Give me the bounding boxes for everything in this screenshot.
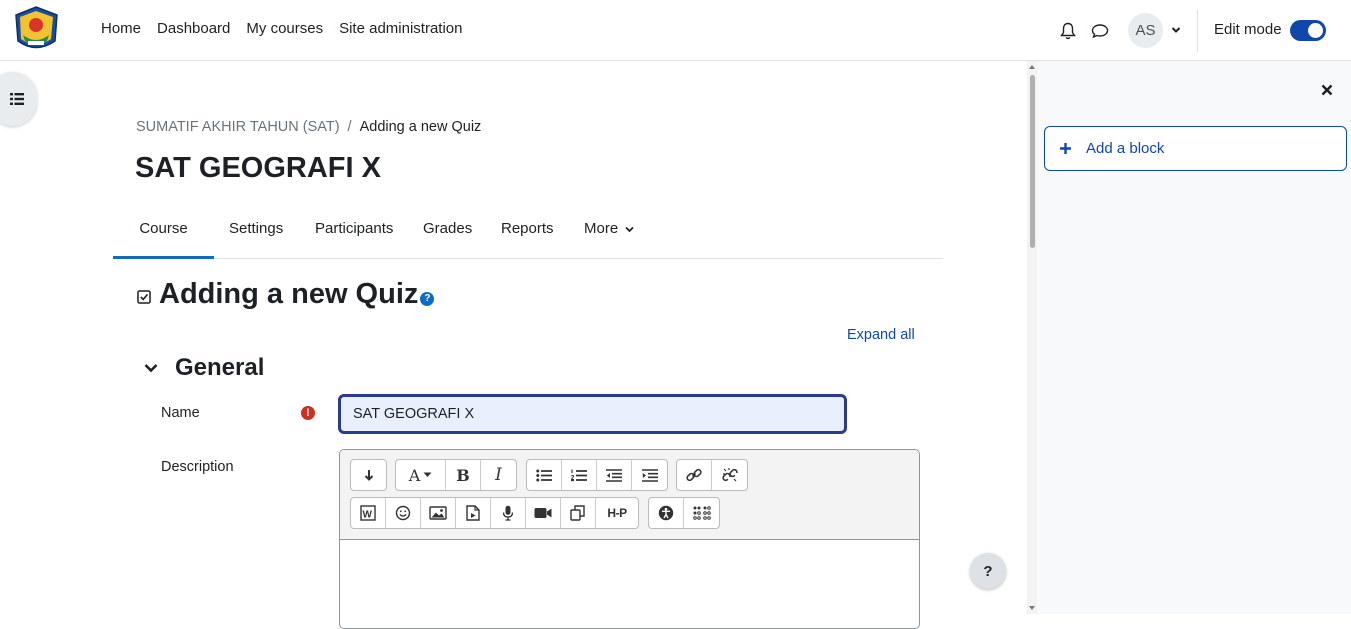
tab-participants[interactable]: Participants — [315, 208, 393, 259]
editor-toolbar: A B I W H-P — [340, 450, 919, 540]
audio-icon[interactable] — [491, 498, 526, 528]
tab-participants-label: Participants — [315, 220, 394, 237]
nav-site-administration-link[interactable]: Site administration — [339, 20, 462, 37]
bullet-list-icon[interactable] — [527, 460, 562, 490]
accessibility-icon[interactable] — [649, 498, 684, 528]
toolbar-group-links — [676, 459, 748, 491]
add-block-button[interactable]: Add a block — [1044, 126, 1347, 171]
name-label: Name — [161, 405, 200, 421]
breadcrumb: SUMATIF AKHIR TAHUN (SAT) / Adding a new Q… — [136, 119, 481, 135]
navbar-divider — [1197, 10, 1198, 52]
breadcrumb-current: Adding a new Quiz — [359, 119, 482, 135]
course-index-drawer-toggle[interactable] — [0, 72, 37, 126]
tab-course-label: Course — [139, 220, 188, 237]
main-scrollbar[interactable] — [1027, 61, 1037, 614]
description-label: Description — [161, 459, 234, 475]
general-section-header[interactable]: General — [143, 354, 264, 382]
scroll-down-arrow-icon[interactable] — [1029, 605, 1035, 611]
breadcrumb-separator: / — [347, 119, 352, 135]
tab-settings-label: Settings — [229, 220, 284, 237]
quiz-checkbox-icon — [137, 289, 151, 304]
required-icon: ! — [301, 406, 315, 420]
font-icon[interactable]: A — [396, 460, 446, 490]
emoji-icon[interactable] — [386, 498, 421, 528]
add-block-label: Add a block — [1086, 140, 1165, 157]
braille-icon[interactable] — [684, 498, 719, 528]
toolbar-group-lists — [526, 459, 668, 491]
h5p-icon[interactable]: H-P — [596, 498, 638, 528]
tab-grades[interactable]: Grades — [423, 208, 472, 259]
collapse-icon[interactable] — [351, 460, 386, 490]
document-icon[interactable] — [456, 498, 491, 528]
list-icon — [10, 93, 24, 105]
bold-icon[interactable]: B — [446, 460, 481, 490]
italic-icon[interactable]: I — [481, 460, 516, 490]
user-avatar[interactable]: AS — [1128, 13, 1163, 48]
form-heading: Adding a new Quiz ? — [137, 278, 435, 311]
image-icon[interactable] — [421, 498, 456, 528]
h5p-label: H-P — [607, 506, 627, 520]
general-section-title: General — [175, 354, 265, 381]
breadcrumb-course-link[interactable]: SUMATIF AKHIR TAHUN (SAT) — [136, 119, 340, 135]
outdent-icon[interactable] — [597, 460, 632, 490]
tab-more[interactable]: More — [584, 208, 634, 259]
toolbar-group-accessibility — [648, 497, 720, 529]
edit-mode-label: Edit mode — [1214, 21, 1282, 38]
course-secondary-nav: Course Settings Participants Grades Repo… — [113, 208, 943, 259]
toolbar-group-style: A B I — [395, 459, 517, 491]
unlink-icon[interactable] — [712, 460, 747, 490]
top-navbar: Home Dashboard My courses Site administr… — [0, 0, 1351, 61]
user-menu-chevron-down-icon[interactable] — [1171, 25, 1181, 35]
close-drawer-icon[interactable] — [1318, 81, 1336, 99]
edit-mode-toggle[interactable] — [1290, 20, 1326, 41]
plus-icon — [1060, 143, 1071, 154]
expand-all-link[interactable]: Expand all — [847, 327, 915, 343]
tab-more-label: More — [584, 220, 619, 237]
nav-dashboard-link[interactable]: Dashboard — [157, 20, 230, 37]
help-question-icon[interactable]: ? — [420, 291, 435, 306]
indent-icon[interactable] — [632, 460, 667, 490]
nav-my-courses-link[interactable]: My courses — [246, 20, 323, 37]
section-chevron-down-icon — [144, 364, 158, 373]
page-help-button[interactable]: ? — [970, 553, 1006, 589]
editor-content-area[interactable] — [340, 541, 919, 628]
tab-course[interactable]: Course — [113, 208, 214, 259]
messages-chat-icon[interactable] — [1089, 20, 1111, 42]
primary-nav: Home Dashboard My courses Site administr… — [101, 20, 479, 37]
link-icon[interactable] — [677, 460, 712, 490]
video-icon[interactable] — [526, 498, 561, 528]
nav-home-link[interactable]: Home — [101, 20, 141, 37]
tab-reports[interactable]: Reports — [501, 208, 554, 259]
tab-settings[interactable]: Settings — [229, 208, 283, 259]
numbered-list-icon[interactable] — [562, 460, 597, 490]
more-chevron-down-icon — [625, 226, 634, 233]
tab-grades-label: Grades — [423, 220, 473, 237]
page-title: SAT GEOGRAFI X — [135, 152, 381, 184]
form-heading-text: Adding a new Quiz — [159, 278, 419, 310]
notifications-bell-icon[interactable] — [1057, 20, 1079, 42]
description-editor: A B I W H-P — [339, 449, 920, 629]
svg-text:W: W — [363, 510, 373, 521]
tab-reports-label: Reports — [501, 220, 554, 237]
name-field[interactable] — [338, 394, 847, 434]
toolbar-group-insert: W H-P — [350, 497, 639, 529]
edit-mode-toggle-knob — [1308, 23, 1323, 38]
word-import-icon[interactable]: W — [351, 498, 386, 528]
toolbar-group-collapse — [350, 459, 387, 491]
site-logo[interactable] — [11, 5, 62, 55]
scroll-up-arrow-icon[interactable] — [1029, 64, 1035, 70]
scrollbar-thumb[interactable] — [1030, 75, 1035, 248]
copy-icon[interactable] — [561, 498, 596, 528]
